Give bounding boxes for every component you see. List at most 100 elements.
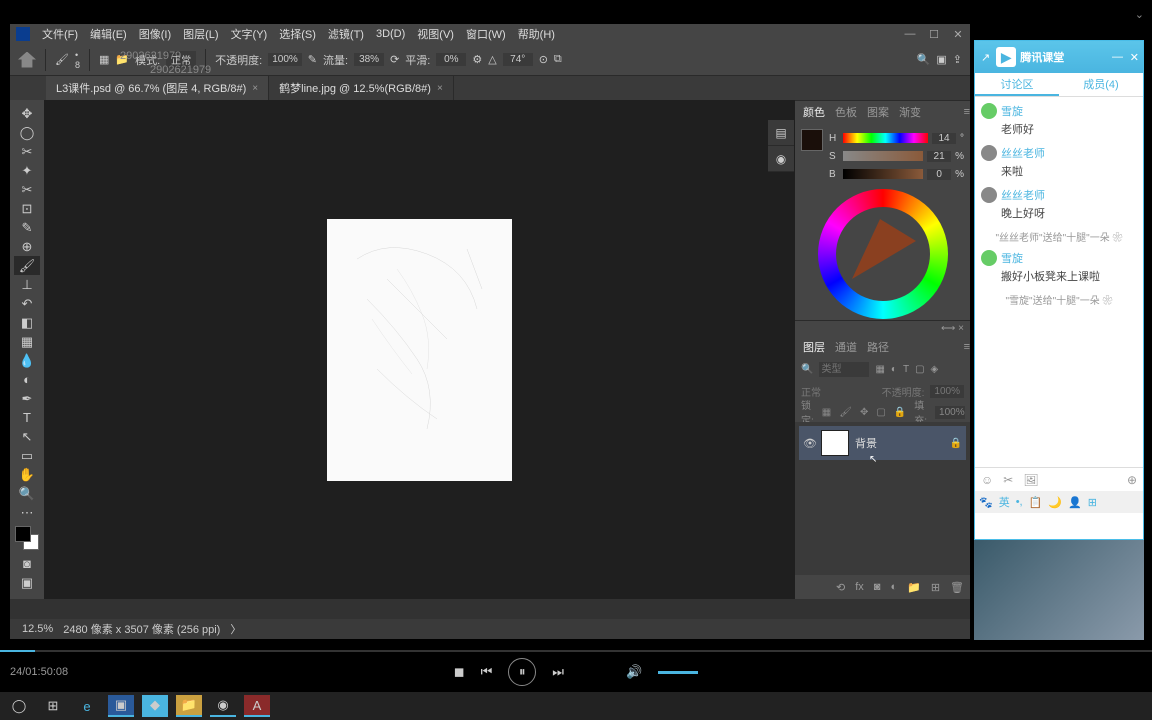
link-icon[interactable]: ⟲ [836,581,845,594]
lasso-tool[interactable]: ✂ [14,142,40,161]
color-thumb[interactable] [801,129,823,151]
menu-type[interactable]: 文字(Y) [225,26,274,42]
taskbar-app[interactable]: ◆ [142,695,168,717]
ime-clipboard[interactable]: 📋 [1029,496,1043,509]
ime-punct[interactable]: •, [1016,496,1023,508]
search-icon[interactable]: 🔍 [917,53,931,66]
next-icon[interactable]: ⏭ [552,664,564,680]
minimize-button[interactable]: — [898,24,922,44]
type-tool[interactable]: T [14,408,40,427]
tab-swatches[interactable]: 色板 [835,104,857,120]
brush-panel-icon[interactable]: ▦ [99,53,109,66]
emoji-icon[interactable]: ☺ [981,473,993,487]
ime-icon[interactable]: 🐾 [979,496,993,509]
gift-icon[interactable]: ⊕ [1127,473,1137,487]
visibility-icon[interactable]: 👁 [803,437,815,449]
ime-user[interactable]: 👤 [1068,496,1082,509]
stamp-tool[interactable]: ⊥ [14,275,40,294]
play-pause-button[interactable]: ⏸ [508,658,536,686]
volume-icon[interactable]: 🔊 [626,664,642,680]
menu-view[interactable]: 视图(V) [411,26,460,42]
menu-window[interactable]: 窗口(W) [460,26,512,42]
angle-input[interactable]: 74° [503,53,533,66]
color-wheel[interactable] [818,189,948,319]
quickmask-tool[interactable]: ◙ [14,554,40,573]
flow-input[interactable]: 38% [354,53,384,66]
path-tool[interactable]: ↖ [14,427,40,446]
lock-all-icon[interactable]: 🔒 [894,407,906,418]
filter-adjust-icon[interactable]: ◐ [891,364,897,375]
lock-pos-icon[interactable]: ✥ [860,407,868,418]
prev-icon[interactable]: ⏮ [481,664,493,680]
eyedropper-tool[interactable]: ✎ [14,218,40,237]
wand-tool[interactable]: ✦ [14,161,40,180]
menu-image[interactable]: 图像(I) [133,26,177,42]
delete-icon[interactable]: 🗑 [950,581,964,594]
panel-menu-icon[interactable]: ≡ [964,106,970,118]
tab-doc1[interactable]: L3课件.psd @ 66.7% (图层 4, RGB/8#)× [46,76,269,100]
document-canvas[interactable] [327,219,512,481]
menu-file[interactable]: 文件(F) [36,26,84,42]
zoom-tool[interactable]: 🔍 [14,484,40,503]
dock-icon[interactable]: ◉ [768,146,794,172]
taskbar-app[interactable]: A [244,695,270,717]
pressure-size-icon[interactable]: ⊙ [539,53,548,66]
tab-gradients[interactable]: 渐变 [899,104,921,120]
smooth-input[interactable]: 0% [436,53,466,66]
symmetry-icon[interactable]: ⧉ [554,53,562,66]
filter-type-icon[interactable]: T [903,364,909,375]
scissors-icon[interactable]: ✂ [1003,473,1013,487]
ime-grid[interactable]: ⊞ [1088,496,1097,509]
crop-tool[interactable]: ✂ [14,180,40,199]
eraser-tool[interactable]: ◧ [14,313,40,332]
fx-icon[interactable]: fx [855,581,864,593]
explorer-icon[interactable]: 📁 [176,695,202,717]
edge-icon[interactable]: e [74,695,100,717]
chat-messages[interactable]: 雪旋老师好 丝丝老师来啦 丝丝老师晚上好呀 "丝丝老师"送给"十腿"一朵 ❀ 雪… [975,97,1143,467]
sat-slider[interactable] [843,151,923,161]
zoom-level[interactable]: 12.5% [22,623,53,635]
filter-smart-icon[interactable]: ◈ [931,364,939,375]
hue-slider[interactable] [843,133,928,143]
pressure-opacity-icon[interactable]: ✎ [308,53,317,66]
history-brush-tool[interactable]: ↶ [14,294,40,313]
maximize-button[interactable]: ☐ [922,24,946,44]
menu-select[interactable]: 选择(S) [273,26,322,42]
task-view-icon[interactable]: ⊞ [40,695,66,717]
start-button[interactable]: ◯ [6,695,32,717]
edit-toolbar[interactable]: ⋯ [14,503,40,522]
browser-dropdown-icon[interactable]: ⌄ [1135,8,1144,21]
lock-nest-icon[interactable]: ▢ [876,407,885,418]
lock-paint-icon[interactable]: 🖌 [839,407,852,418]
tab-discussion[interactable]: 讨论区 [975,73,1059,96]
tab-layers[interactable]: 图层 [803,339,825,355]
popout-icon[interactable]: ↗ [981,51,990,64]
taskbar-app[interactable]: ▣ [108,695,134,717]
lock-trans-icon[interactable]: ▦ [822,407,831,418]
adjust-icon[interactable]: ◐ [890,581,897,593]
home-icon[interactable] [18,52,36,68]
close-icon[interactable]: × [437,83,443,94]
brush-tool[interactable]: 🖌 [14,256,40,275]
dodge-tool[interactable]: ◐ [14,370,40,389]
group-icon[interactable]: 📁 [907,581,921,594]
tab-paths[interactable]: 路径 [867,339,889,355]
move-tool[interactable]: ✥ [14,104,40,123]
fill-input[interactable]: 100% [935,406,965,419]
layer-thumb[interactable] [821,430,849,456]
minimize-icon[interactable]: — [1112,51,1123,63]
status-arrow-icon[interactable]: 〉 [230,621,241,637]
brush-preview-icon[interactable]: 🖌 [55,53,69,66]
gradient-tool[interactable]: ▦ [14,332,40,351]
mask-icon[interactable]: ◙ [874,581,881,593]
opacity-input[interactable]: 100% [268,53,302,66]
tab-channels[interactable]: 通道 [835,339,857,355]
tab-doc2[interactable]: 鹤梦line.jpg @ 12.5%(RGB/8#)× [269,76,454,100]
filter-shape-icon[interactable]: ▢ [915,364,924,375]
smooth-gear-icon[interactable]: ⚙ [472,53,482,66]
hand-tool[interactable]: ✋ [14,465,40,484]
filter-pixel-icon[interactable]: ▦ [875,364,884,375]
dock-icon[interactable]: ▤ [768,120,794,146]
new-layer-icon[interactable]: ⊞ [931,581,940,594]
menu-layer[interactable]: 图层(L) [177,26,224,42]
